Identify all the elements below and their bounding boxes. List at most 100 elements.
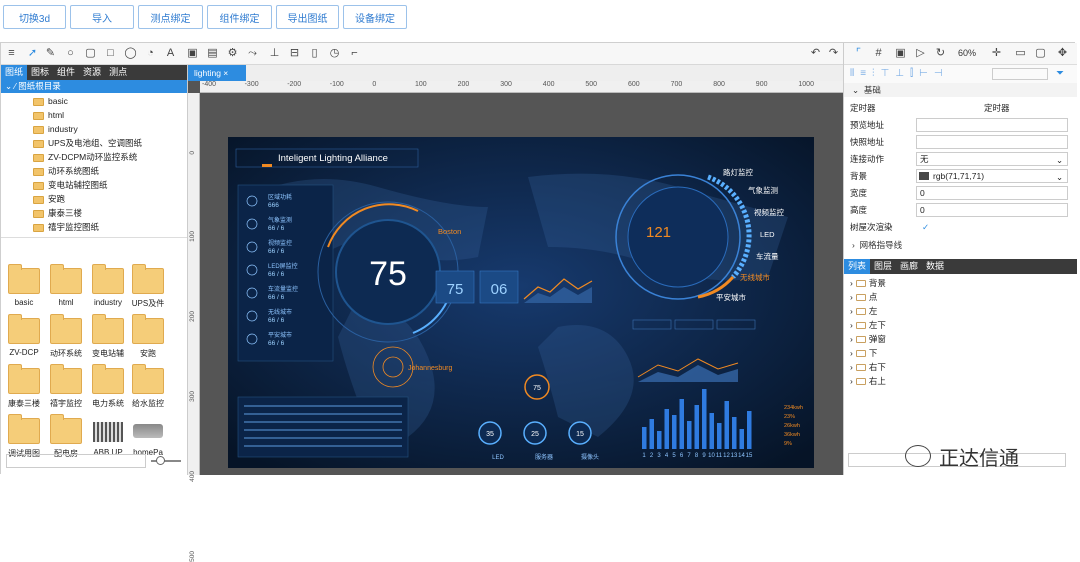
component-binding-button[interactable]: 组件绑定 xyxy=(207,5,272,29)
save-icon[interactable]: ▤ xyxy=(206,47,219,60)
tree-folder[interactable]: 康泰三楼 xyxy=(33,207,82,220)
connect-action-select[interactable]: 无 xyxy=(916,152,1068,166)
redo-icon[interactable]: ↷ xyxy=(827,47,840,60)
zoom-level[interactable]: 60% xyxy=(958,48,976,58)
tree-folder[interactable]: html xyxy=(33,109,64,122)
arc-icon[interactable]: ◔ xyxy=(144,47,157,60)
play-icon[interactable]: ▷ xyxy=(914,47,927,60)
tab-layers[interactable]: 图层 xyxy=(870,259,896,274)
width-input[interactable]: 0 xyxy=(916,186,1068,200)
align-input[interactable] xyxy=(992,68,1048,80)
tab-icons[interactable]: 图标 xyxy=(27,65,53,80)
circle-icon[interactable]: ○ xyxy=(64,47,77,60)
folder-icon xyxy=(33,153,44,162)
layer-item[interactable]: › 背景 xyxy=(850,277,886,290)
size-slider[interactable] xyxy=(151,456,181,465)
window-icon[interactable]: ▭ xyxy=(1014,47,1027,60)
document-icon[interactable]: ▯ xyxy=(308,47,321,60)
undo-icon[interactable]: ↶ xyxy=(809,47,822,60)
export-drawing-button[interactable]: 导出图纸 xyxy=(276,5,339,29)
preview-url-input[interactable] xyxy=(916,118,1068,132)
tab-list[interactable]: 列表 xyxy=(844,259,871,274)
grid-icon[interactable]: # xyxy=(872,47,885,60)
switch-3d-button[interactable]: 切换3d xyxy=(3,5,66,29)
tab-lighting[interactable]: lighting × xyxy=(188,65,246,81)
move-icon[interactable]: ✥ xyxy=(1056,47,1069,60)
pointer-icon[interactable]: ➚ xyxy=(26,47,39,60)
text-icon[interactable]: A xyxy=(164,47,177,60)
layer-item[interactable]: › 弹窗 xyxy=(850,333,886,346)
thumb-label: basic xyxy=(14,298,34,307)
panel-icon[interactable]: ▢ xyxy=(1034,47,1047,60)
tree-folder[interactable]: UPS及电池组、空调图纸 xyxy=(33,137,142,150)
tab-components[interactable]: 组件 xyxy=(53,65,79,80)
ellipse-icon[interactable]: ◯ xyxy=(124,47,137,60)
thumb-item[interactable]: 动环系统 xyxy=(47,314,85,366)
crosshair-icon[interactable]: ✛ xyxy=(990,47,1003,60)
pen-icon[interactable]: ✎ xyxy=(44,47,57,60)
search-input[interactable] xyxy=(6,454,146,468)
pipe-icon[interactable]: ⌐ xyxy=(348,47,361,60)
section-basic[interactable]: ⌄ 基础 xyxy=(844,83,1077,97)
tab-points[interactable]: 测点 xyxy=(105,65,131,80)
folder-icon xyxy=(855,378,866,385)
device-binding-button[interactable]: 设备绑定 xyxy=(343,5,407,29)
section-grid[interactable]: › 网格指导线 xyxy=(844,238,1077,252)
ruler-tick-label: 500 xyxy=(585,81,598,88)
layer-item[interactable]: › 点 xyxy=(850,291,877,304)
thumb-item[interactable]: html xyxy=(47,264,85,316)
thumb-item[interactable]: ZV-DCP xyxy=(5,314,43,366)
align-icons[interactable]: ⫴≡⫶⊤⊥⫿⊢⊣ xyxy=(850,68,949,79)
save-icon[interactable]: ▣ xyxy=(894,47,907,60)
tree-folder[interactable]: 安跑 xyxy=(33,193,65,206)
snapshot-url-input[interactable] xyxy=(916,135,1068,149)
clock-icon[interactable]: ◷ xyxy=(328,47,341,60)
background-color-select[interactable]: rgb(71,71,71) xyxy=(916,169,1068,183)
thumb-item[interactable]: 给水监控 xyxy=(129,364,167,416)
folder-icon xyxy=(33,139,44,148)
thumb-item[interactable]: 禧宇监控 xyxy=(47,364,85,416)
thumb-item[interactable]: 安跑 xyxy=(129,314,167,366)
thumb-item[interactable]: industry xyxy=(89,264,127,316)
layer-label: 左 xyxy=(868,306,878,316)
layer-item[interactable]: › 右上 xyxy=(850,375,886,388)
gear-icon[interactable]: ⚙ xyxy=(226,47,239,60)
rect-icon[interactable]: □ xyxy=(104,47,117,60)
dashboard-canvas[interactable]: Inteligent Lighting Alliance 区域功耗 666 气象监测… xyxy=(228,137,814,468)
point-binding-button[interactable]: 测点绑定 xyxy=(138,5,203,29)
thumb-item[interactable]: UPS及件 xyxy=(129,264,167,316)
tree-folder[interactable]: 禧宇监控图纸 xyxy=(33,221,99,234)
refresh-icon[interactable]: ↻ xyxy=(934,47,947,60)
layer-item[interactable]: › 右下 xyxy=(850,361,886,374)
tree-folder[interactable]: industry xyxy=(33,123,78,136)
menu-icon[interactable]: ≡ xyxy=(5,47,18,60)
slider-handle[interactable] xyxy=(156,456,165,465)
select-icon[interactable]: ⌜ xyxy=(852,47,865,60)
tab-data[interactable]: 数据 xyxy=(922,259,948,274)
render-checkbox[interactable]: ✓ xyxy=(922,219,929,235)
thumb-item[interactable]: basic xyxy=(5,264,43,316)
tree-folder[interactable]: 变电站辅控图纸 xyxy=(33,179,108,192)
connector-icon[interactable]: ⤳ xyxy=(246,47,259,60)
tab-gallery[interactable]: 画廊 xyxy=(896,259,922,274)
thumb-item[interactable]: 变电站辅 xyxy=(89,314,127,366)
layer-item[interactable]: › 下 xyxy=(850,347,877,360)
filter-icon[interactable]: ⏷ xyxy=(1056,68,1064,79)
thumb-item[interactable]: 康泰三楼 xyxy=(5,364,43,416)
tree-folder[interactable]: ZV-DCPM动环监控系统 xyxy=(33,151,137,164)
layer-item[interactable]: › 左 xyxy=(850,305,877,318)
tab-resources[interactable]: 资源 xyxy=(79,65,105,80)
tab-drawings[interactable]: 图纸 xyxy=(1,65,28,80)
import-button[interactable]: 导入 xyxy=(70,5,134,29)
tree-folder[interactable]: 动环系统图纸 xyxy=(33,165,99,178)
image-icon[interactable]: ▣ xyxy=(186,47,199,60)
node-icon[interactable]: ⊥ xyxy=(268,47,281,60)
rounded-rect-icon[interactable]: ▢ xyxy=(84,47,97,60)
thumb-item[interactable]: 电力系统 xyxy=(89,364,127,416)
tree-root[interactable]: ⌄ ⁄ 图纸根目录 xyxy=(1,80,187,93)
layer-item[interactable]: › 左下 xyxy=(850,319,886,332)
height-input[interactable]: 0 xyxy=(916,203,1068,217)
slider-icon[interactable]: ⊟ xyxy=(288,47,301,60)
thumb-label: UPS及件 xyxy=(131,299,165,308)
tree-folder[interactable]: basic xyxy=(33,95,68,108)
